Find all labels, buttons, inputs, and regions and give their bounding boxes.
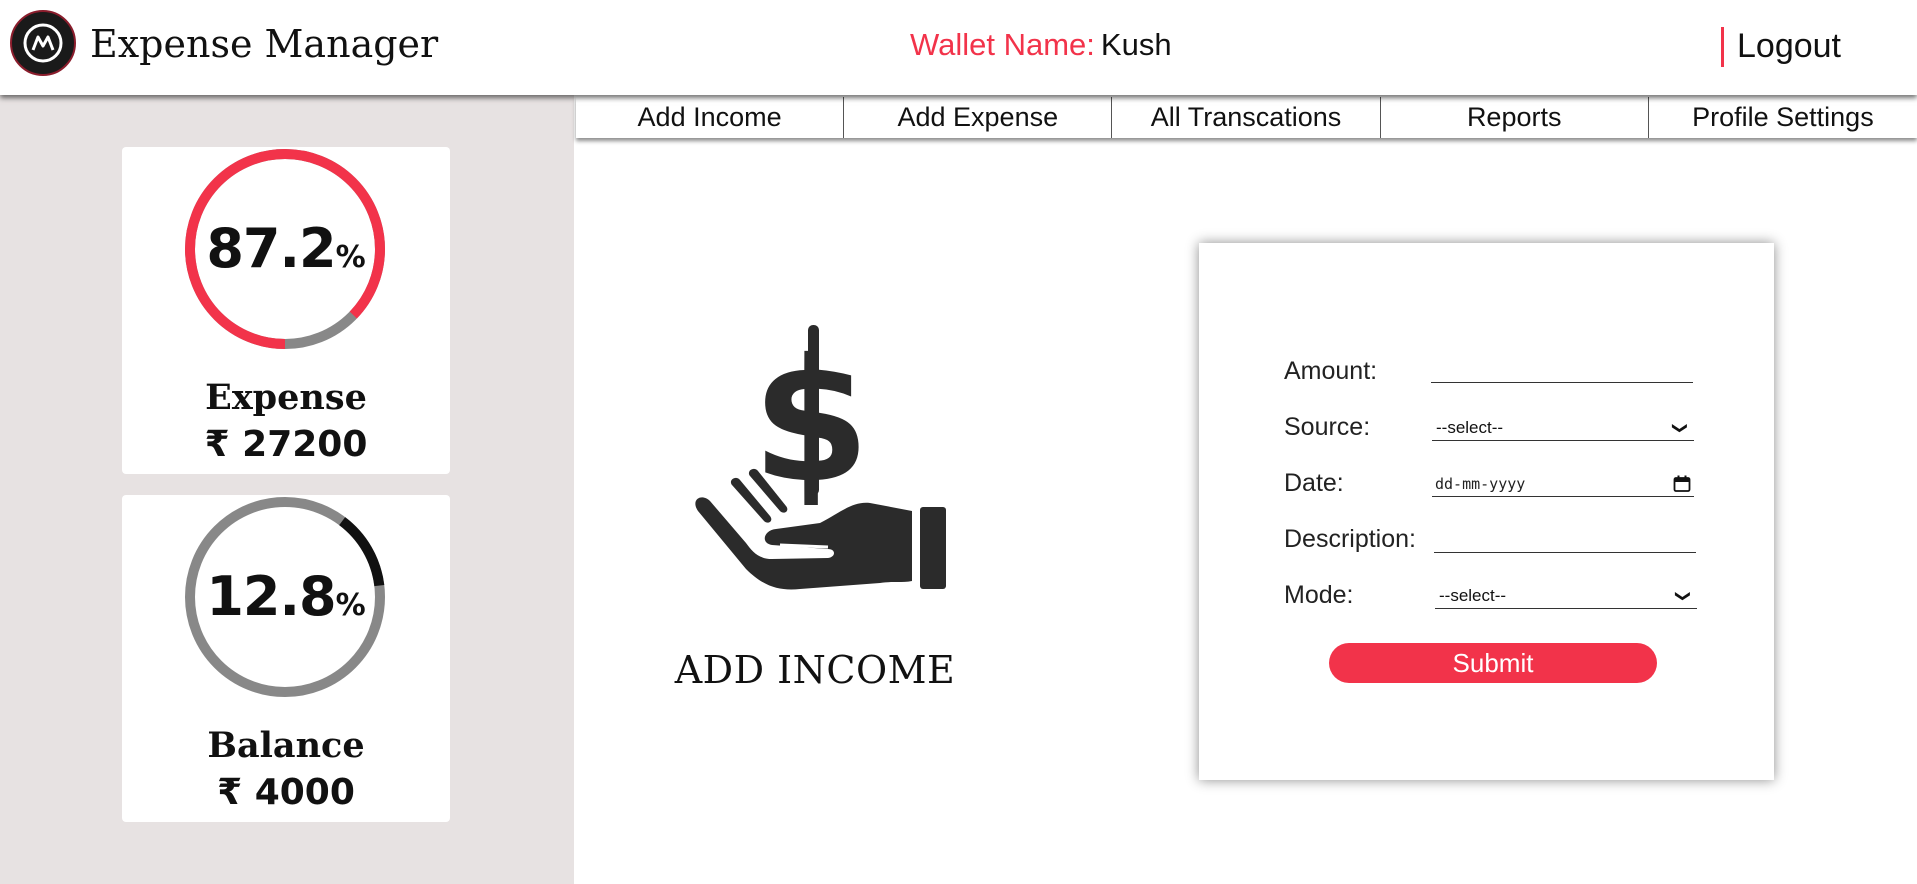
- date-input[interactable]: dd-mm-yyyy: [1432, 471, 1694, 497]
- chevron-down-icon: ❯: [1674, 589, 1692, 603]
- source-label: Source:: [1284, 413, 1371, 441]
- mode-select[interactable]: --select-- ❯: [1435, 583, 1697, 609]
- expense-label: Expense: [205, 377, 367, 418]
- tab-add-expense[interactable]: Add Expense: [844, 97, 1113, 138]
- balance-percent: 12.8%: [206, 565, 366, 628]
- date-placeholder: dd-mm-yyyy: [1435, 475, 1526, 493]
- logout-divider: [1721, 27, 1724, 67]
- expense-amount: ₹ 27200: [204, 424, 368, 465]
- amount-label: Amount:: [1284, 357, 1378, 385]
- wallet-name-display: Wallet Name: Kush: [910, 27, 1172, 63]
- calendar-icon[interactable]: [1673, 475, 1691, 493]
- hand-dollar-icon: $: [695, 325, 946, 590]
- add-income-form: Amount: Source: --select-- ❯ Date: dd-mm…: [1199, 243, 1774, 780]
- app-logo[interactable]: [10, 10, 76, 76]
- description-input[interactable]: [1434, 527, 1696, 553]
- tab-reports[interactable]: Reports: [1381, 97, 1649, 138]
- source-select[interactable]: --select-- ❯: [1432, 415, 1694, 441]
- wallet-name-value: Kush: [1100, 27, 1172, 62]
- mode-select-value: --select--: [1439, 586, 1507, 605]
- wallet-name-label: Wallet Name:: [910, 27, 1095, 62]
- tab-add-income[interactable]: Add Income: [576, 97, 845, 138]
- chevron-down-icon: ❯: [1671, 421, 1689, 435]
- hero-title: ADD INCOME: [674, 648, 956, 692]
- logo-mark-icon: [23, 23, 63, 63]
- submit-button[interactable]: Submit: [1329, 643, 1657, 683]
- mode-label: Mode:: [1284, 581, 1354, 609]
- app-title: Expense Manager: [90, 22, 439, 66]
- tab-all-transactions[interactable]: All Transcations: [1112, 97, 1381, 138]
- date-label: Date:: [1284, 469, 1344, 497]
- top-header: Expense Manager Wallet Name: Kush Logout: [0, 0, 1917, 95]
- tab-profile-settings[interactable]: Profile Settings: [1649, 97, 1917, 138]
- balance-label: Balance: [207, 725, 365, 766]
- description-label: Description:: [1284, 525, 1416, 553]
- amount-input[interactable]: [1431, 357, 1693, 383]
- main-nav: Add Income Add Expense All Transcations …: [576, 97, 1917, 138]
- balance-amount: ₹ 4000: [217, 772, 355, 813]
- balance-summary-card: 12.8% Balance ₹ 4000: [122, 495, 450, 822]
- expense-percent: 87.2%: [206, 217, 366, 280]
- logout-button[interactable]: Logout: [1737, 27, 1841, 66]
- source-select-value: --select--: [1436, 418, 1504, 437]
- expense-summary-card: 87.2% Expense ₹ 27200: [122, 147, 450, 474]
